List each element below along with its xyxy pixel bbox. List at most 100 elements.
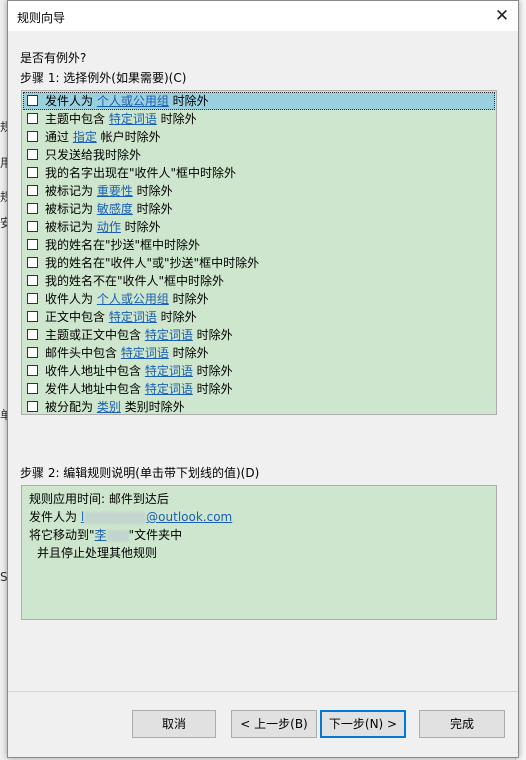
exception-link[interactable]: 特定词语 <box>145 382 193 396</box>
exceptions-question: 是否有例外? <box>20 51 87 65</box>
exception-text: 发件人为 <box>45 94 97 108</box>
exception-link[interactable]: 特定词语 <box>109 112 157 126</box>
target-folder-link[interactable]: 李 <box>95 528 129 542</box>
exception-text: 时除外 <box>168 292 209 306</box>
exception-item[interactable]: 我的姓名在"收件人"或"抄送"框中时除外 <box>23 254 495 272</box>
exception-checkbox[interactable] <box>27 401 38 412</box>
exception-item[interactable]: 发件人地址中包含 特定词语 时除外 <box>23 380 495 398</box>
exception-label: 收件人地址中包含 特定词语 时除外 <box>45 364 233 378</box>
exception-checkbox[interactable] <box>27 149 38 160</box>
exception-label: 我的姓名在"收件人"或"抄送"框中时除外 <box>45 256 259 270</box>
exception-label: 邮件头中包含 特定词语 时除外 <box>45 346 209 360</box>
exception-text: 我的姓名在"抄送"框中时除外 <box>45 238 201 252</box>
exception-item[interactable]: 被标记为 动作 时除外 <box>23 218 495 236</box>
exception-link[interactable]: 重要性 <box>97 184 133 198</box>
exception-link[interactable]: 特定词语 <box>145 328 193 342</box>
next-button[interactable]: 下一步(N) > <box>320 710 406 738</box>
exception-text: 时除外 <box>156 112 197 126</box>
exception-checkbox[interactable] <box>27 131 38 142</box>
exception-link[interactable]: 类别 <box>97 400 121 414</box>
exception-text: 通过 <box>45 130 73 144</box>
exception-link[interactable]: 特定词语 <box>145 364 193 378</box>
finish-button[interactable]: 完成 <box>419 710 505 738</box>
exception-item[interactable]: 主题中包含 特定词语 时除外 <box>23 110 495 128</box>
step1-label: 步骤 1: 选择例外(如果需要)(C) <box>20 71 187 85</box>
exception-text: 主题中包含 <box>45 112 109 126</box>
exception-checkbox[interactable] <box>27 275 38 286</box>
exceptions-list[interactable]: 发件人为 个人或公用组 时除外 主题中包含 特定词语 时除外 通过 指定 帐户时除外… <box>21 90 497 415</box>
exception-item[interactable]: 正文中包含 特定词语 时除外 <box>23 308 495 326</box>
exception-text: 发件人地址中包含 <box>45 382 145 396</box>
exception-text: 收件人为 <box>45 292 97 306</box>
exception-checkbox[interactable] <box>27 257 38 268</box>
exception-text: 时除外 <box>156 310 197 324</box>
exception-item[interactable]: 收件人为 个人或公用组 时除外 <box>23 290 495 308</box>
exception-link[interactable]: 特定词语 <box>109 310 157 324</box>
exception-checkbox[interactable] <box>27 329 38 340</box>
exception-link[interactable]: 敏感度 <box>97 202 133 216</box>
exception-checkbox[interactable] <box>27 347 38 358</box>
exception-label: 通过 指定 帐户时除外 <box>45 130 161 144</box>
description-line: 规则应用时间: 邮件到达后 <box>29 492 169 506</box>
description-line: 将它移动到"李 "文件夹中 <box>29 526 182 543</box>
exception-item[interactable]: 被分配为 类别 类别时除外 <box>23 398 495 414</box>
exception-text: 类别时除外 <box>120 400 185 414</box>
exception-text: 时除外 <box>168 346 209 360</box>
close-button[interactable]: ✕ <box>486 1 518 31</box>
exception-checkbox[interactable] <box>27 383 38 394</box>
description-text: 发件人为 <box>29 510 81 524</box>
exception-label: 被标记为 敏感度 时除外 <box>45 202 173 216</box>
exception-item[interactable]: 只发送给我时除外 <box>23 146 495 164</box>
exception-item[interactable]: 通过 指定 帐户时除外 <box>23 128 495 146</box>
exception-link[interactable]: 个人或公用组 <box>97 292 169 306</box>
exception-text: 邮件头中包含 <box>45 346 121 360</box>
exception-checkbox[interactable] <box>27 95 38 106</box>
exception-text: 正文中包含 <box>45 310 109 324</box>
exception-item[interactable]: 邮件头中包含 特定词语 时除外 <box>23 344 495 362</box>
exception-link[interactable]: 特定词语 <box>121 346 169 360</box>
exception-checkbox[interactable] <box>27 221 38 232</box>
exception-checkbox[interactable] <box>27 167 38 178</box>
exception-link[interactable]: 个人或公用组 <box>97 94 169 108</box>
sender-address-link[interactable]: l @outlook.com <box>81 510 232 524</box>
exception-item[interactable]: 发件人为 个人或公用组 时除外 <box>23 92 495 110</box>
exception-checkbox[interactable] <box>27 203 38 214</box>
redacted-text <box>106 529 129 542</box>
exception-label: 正文中包含 特定词语 时除外 <box>45 310 197 324</box>
exception-text: 时除外 <box>132 184 173 198</box>
exception-label: 我的姓名不在"收件人"框中时除外 <box>45 274 224 288</box>
exception-item[interactable]: 被标记为 重要性 时除外 <box>23 182 495 200</box>
exception-label: 我的姓名在"抄送"框中时除外 <box>45 238 200 252</box>
exception-text: 时除外 <box>192 364 233 378</box>
exception-text: 我的姓名不在"收件人"框中时除外 <box>45 274 225 288</box>
exception-item[interactable]: 主题或正文中包含 特定词语 时除外 <box>23 326 495 344</box>
back-button[interactable]: < 上一步(B) <box>231 710 317 738</box>
exception-checkbox[interactable] <box>27 365 38 376</box>
exception-item[interactable]: 我的姓名不在"收件人"框中时除外 <box>23 272 495 290</box>
exception-checkbox[interactable] <box>27 113 38 124</box>
exception-item[interactable]: 被标记为 敏感度 时除外 <box>23 200 495 218</box>
exception-text: 我的名字出现在"收件人"框中时除外 <box>45 166 237 180</box>
description-line: 发件人为 l @outlook.com <box>29 508 232 525</box>
description-line: 并且停止处理其他规则 <box>37 546 158 560</box>
exception-link[interactable]: 指定 <box>73 130 97 144</box>
exception-checkbox[interactable] <box>27 239 38 250</box>
exception-text: 被分配为 <box>45 400 97 414</box>
exception-item[interactable]: 我的姓名在"抄送"框中时除外 <box>23 236 495 254</box>
description-text: "文件夹中 <box>128 528 183 542</box>
exception-text: 只发送给我时除外 <box>45 148 142 162</box>
exception-label: 我的名字出现在"收件人"框中时除外 <box>45 166 236 180</box>
target-folder-start: 李 <box>94 528 107 542</box>
sender-address-end: @outlook.com <box>146 510 233 524</box>
exception-checkbox[interactable] <box>27 311 38 322</box>
exception-checkbox[interactable] <box>27 293 38 304</box>
exception-link[interactable]: 动作 <box>97 220 121 234</box>
step2-label: 步骤 2: 编辑规则说明(单击带下划线的值)(D) <box>20 466 260 480</box>
exception-checkbox[interactable] <box>27 185 38 196</box>
exception-item[interactable]: 收件人地址中包含 特定词语 时除外 <box>23 362 495 380</box>
cancel-button[interactable]: 取消 <box>132 710 216 738</box>
exception-text: 时除外 <box>120 220 161 234</box>
description-text: 将它移动到" <box>29 528 95 542</box>
exception-label: 被标记为 动作 时除外 <box>45 220 161 234</box>
exception-item[interactable]: 我的名字出现在"收件人"框中时除外 <box>23 164 495 182</box>
